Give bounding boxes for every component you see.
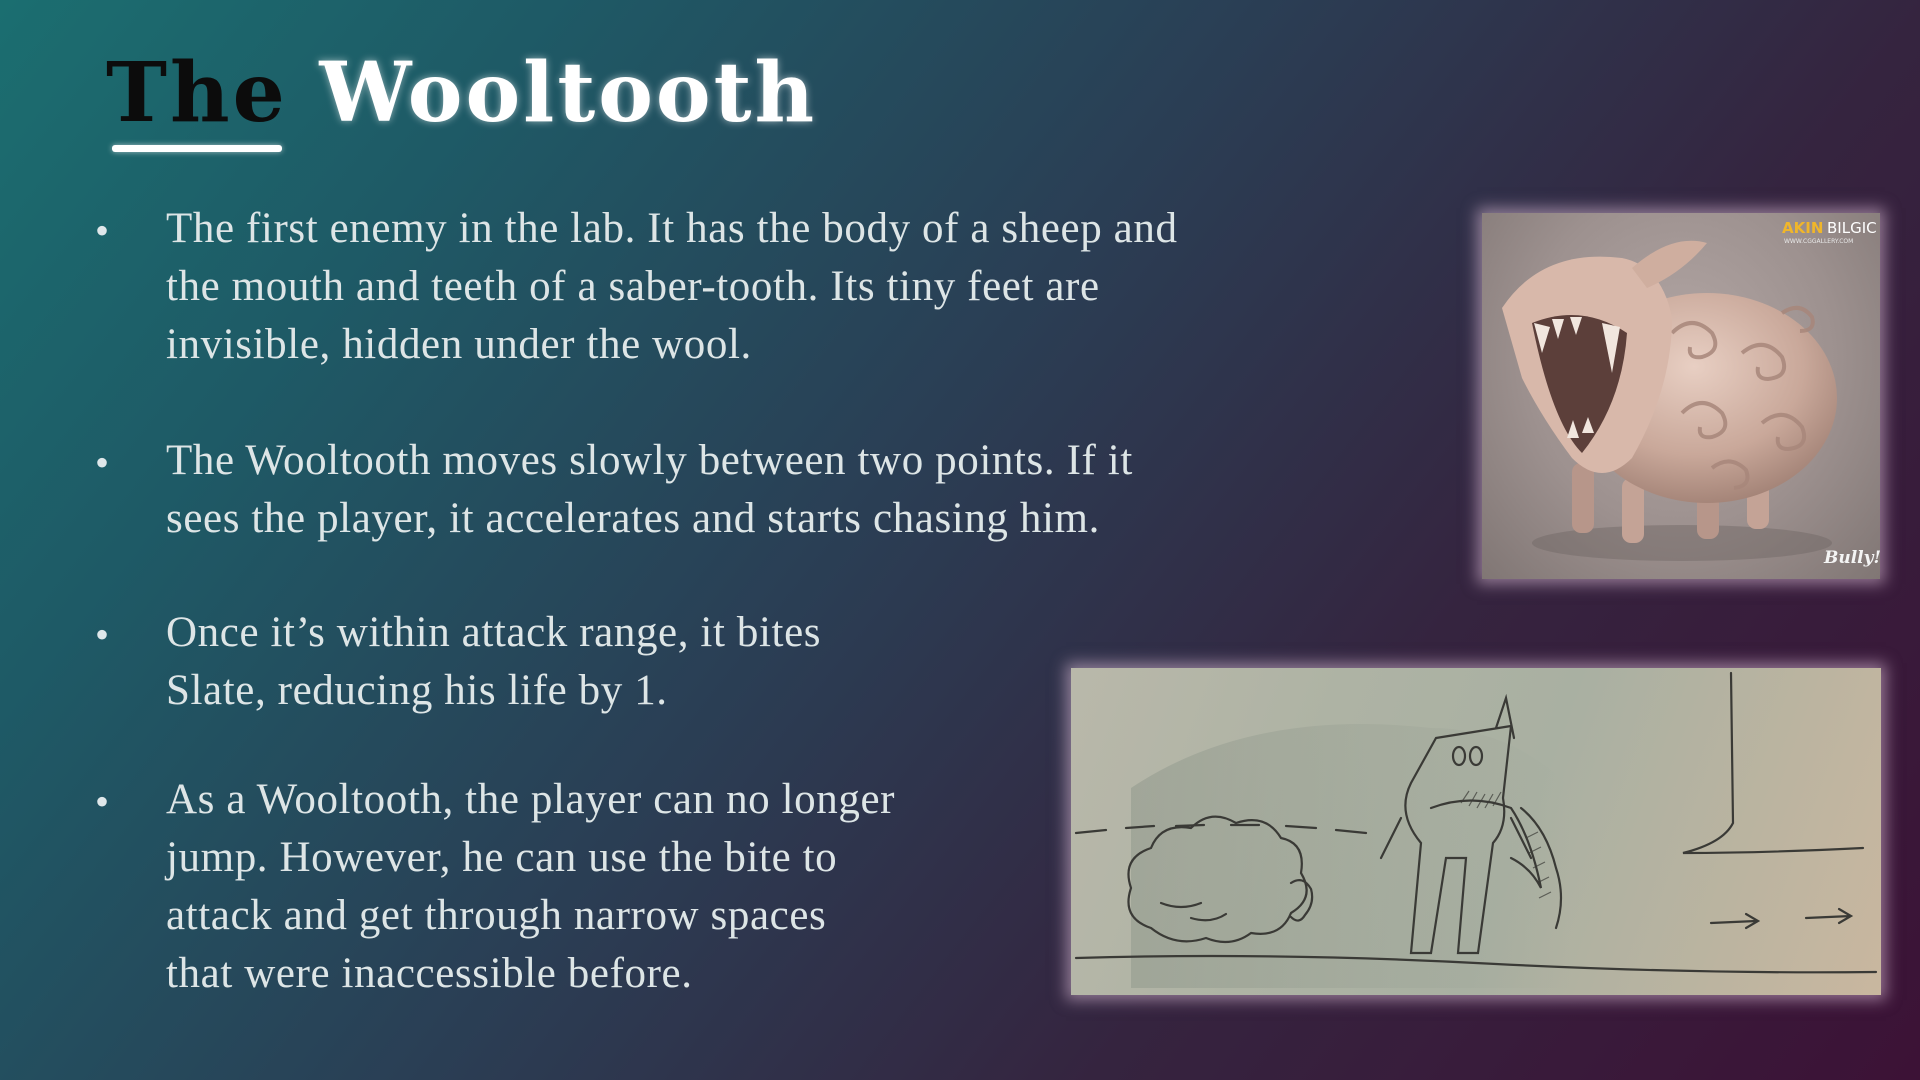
bullet-line: that were inaccessible before. bbox=[166, 950, 693, 997]
slide-title: The Wooltooth bbox=[106, 48, 817, 138]
title-word-the: The bbox=[106, 45, 288, 141]
studio-logo: Bully! bbox=[1823, 548, 1880, 568]
bullet-line: As a Wooltooth, the player can no longer bbox=[166, 776, 896, 823]
bullet-marker: • bbox=[95, 779, 110, 824]
bullet-line: invisible, hidden under the wool. bbox=[166, 321, 752, 368]
bullet-line: Once it’s within attack range, it bites bbox=[166, 609, 822, 656]
wooltooth-sketch-image bbox=[1071, 668, 1881, 995]
bullet-item-1: The first enemy in the lab. It has the b… bbox=[166, 200, 1178, 374]
bullet-line: sees the player, it accelerates and star… bbox=[166, 495, 1100, 542]
bullet-line: The first enemy in the lab. It has the b… bbox=[166, 205, 1178, 252]
wooltooth-render-image: AKIN BILGIC WWW.CGGALLERY.COM Bully! bbox=[1482, 213, 1880, 579]
bullet-line: The Wooltooth moves slowly between two p… bbox=[166, 437, 1133, 484]
bullet-item-2: The Wooltooth moves slowly between two p… bbox=[166, 432, 1133, 548]
bullet-item-4: As a Wooltooth, the player can no longer… bbox=[166, 771, 895, 1003]
title-underline bbox=[112, 145, 282, 152]
bullet-marker: • bbox=[95, 440, 110, 485]
bullet-line: Slate, reducing his life by 1. bbox=[166, 667, 668, 714]
bullet-line: attack and get through narrow spaces bbox=[166, 892, 827, 939]
bullet-marker: • bbox=[95, 612, 110, 657]
bullet-line: the mouth and teeth of a saber-tooth. It… bbox=[166, 263, 1100, 310]
title-word-wooltooth: Wooltooth bbox=[319, 45, 818, 141]
bullet-marker: • bbox=[95, 208, 110, 253]
bullet-item-3: Once it’s within attack range, it bites … bbox=[166, 604, 821, 720]
watermark-brand-a: AKIN bbox=[1782, 219, 1823, 237]
watermark-brand-b: BILGIC bbox=[1827, 219, 1877, 237]
watermark-site: WWW.CGGALLERY.COM bbox=[1784, 238, 1853, 245]
bullet-line: jump. However, he can use the bite to bbox=[166, 834, 838, 881]
